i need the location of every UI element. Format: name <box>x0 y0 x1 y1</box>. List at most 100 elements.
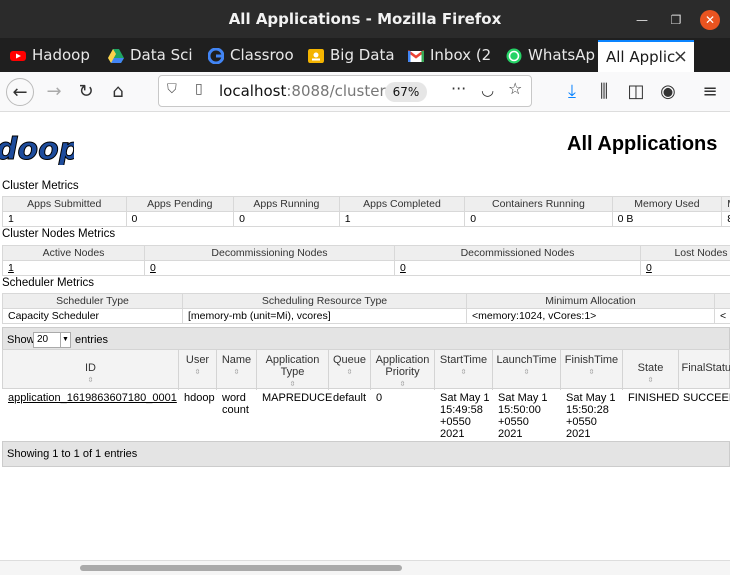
reload-button[interactable]: ↻ <box>72 78 100 106</box>
cell-launchtime: Sat May 1 15:50:00 +0550 2021 <box>498 392 548 440</box>
pocket-icon[interactable]: ◡ <box>481 81 494 99</box>
url-bar[interactable]: ⛉ ▯ localhost:8088/cluster 67% ··· ◡ ☆ <box>158 75 532 107</box>
metric-value: 1 <box>2 211 127 227</box>
metric-header: Containers Running <box>464 196 613 212</box>
tab-label: Inbox (2 <box>430 46 492 64</box>
tab-whatsapp[interactable]: WhatsAp <box>496 40 596 72</box>
shield-icon[interactable]: ⛉ <box>167 82 177 97</box>
sort-icon: ⇳ <box>194 369 201 376</box>
metric-value: < <box>714 308 730 324</box>
column-header-name[interactable]: Name ⇳ <box>217 350 257 390</box>
library-icon[interactable]: ⫼ <box>590 78 618 106</box>
table-row: application_1619863607180_0001 hdoop wor… <box>2 389 730 443</box>
menu-icon[interactable]: ≡ <box>696 78 724 106</box>
metric-value: 1 <box>338 211 466 227</box>
tab-hadoop[interactable]: Hadoop <box>0 40 96 72</box>
back-button[interactable]: ← <box>6 78 34 106</box>
metric-value: [memory-mb (unit=Mi), vcores] <box>182 308 467 324</box>
column-header-queue[interactable]: Queue ⇳ <box>329 350 371 390</box>
metric-value: 0 <box>464 211 613 227</box>
cell-finishtime: Sat May 1 15:50:28 +0550 2021 <box>566 392 616 440</box>
metric-header: Decommissioning Nodes <box>144 245 395 261</box>
maximize-button[interactable]: ❐ <box>666 10 686 30</box>
cell-starttime: Sat May 1 15:49:58 +0550 2021 <box>440 392 490 440</box>
sort-icon: ⇳ <box>87 377 94 384</box>
application-id-link[interactable]: application_1619863607180_0001 <box>8 392 177 404</box>
downloads-icon[interactable]: ⤓ <box>558 78 586 106</box>
page-icon: ▯ <box>195 81 203 97</box>
nodes-metrics-title: Cluster Nodes Metrics <box>2 228 116 240</box>
home-button[interactable]: ⌂ <box>104 78 132 106</box>
metric-value: 0 <box>125 211 235 227</box>
metric-header: Scheduling Resource Type <box>182 293 467 309</box>
tab-big-data[interactable]: Big Data <box>298 40 396 72</box>
column-header-starttime[interactable]: StartTime ⇳ <box>435 350 493 390</box>
column-header-type[interactable]: Application Type ⇳ <box>257 350 329 390</box>
google-drive-icon <box>108 49 124 63</box>
lost-nodes-link[interactable]: 0 <box>646 262 652 274</box>
sort-icon: ⇳ <box>523 369 530 376</box>
column-header-user[interactable]: User ⇳ <box>179 350 217 390</box>
decommissioning-nodes-link[interactable]: 0 <box>150 262 156 274</box>
sort-icon: ⇳ <box>346 369 353 376</box>
metric-header: Minimum Allocation <box>466 293 715 309</box>
close-tab-icon[interactable]: × <box>673 42 688 72</box>
page-size-select[interactable]: 20 ▼ <box>33 332 71 348</box>
cell-finalstatus: SUCCEEDED <box>683 392 730 404</box>
metric-value: 8 <box>721 211 730 227</box>
sidebar-icon[interactable]: ◫ <box>622 78 650 106</box>
window-titlebar: All Applications - Mozilla Firefox — ❐ ✕ <box>0 0 730 38</box>
metric-header: M <box>721 196 730 212</box>
url-text[interactable]: localhost:8088/cluster <box>219 82 386 100</box>
metric-header: Apps Running <box>233 196 340 212</box>
cell-priority: 0 <box>376 392 383 404</box>
minimize-button[interactable]: — <box>632 10 652 30</box>
column-header-priority[interactable]: Application Priority ⇳ <box>371 350 435 390</box>
column-header-id[interactable]: ID ⇳ <box>3 350 179 390</box>
metric-header: Apps Completed <box>338 196 466 212</box>
cell-state: FINISHED <box>628 392 680 404</box>
tab-data-science[interactable]: Data Sci <box>98 40 196 72</box>
column-header-launchtime[interactable]: LaunchTime ⇳ <box>493 350 561 390</box>
metric-header: Lost Nodes <box>640 245 730 261</box>
metric-header: Memory Used <box>611 196 723 212</box>
chevron-down-icon: ▼ <box>60 333 70 347</box>
decommissioned-nodes-link[interactable]: 0 <box>400 262 406 274</box>
show-label: Show <box>7 334 35 346</box>
cell-type: MAPREDUCE <box>262 392 333 404</box>
bookmark-star-icon[interactable]: ☆ <box>508 79 522 98</box>
sort-icon: ⇳ <box>460 369 467 376</box>
column-header-state[interactable]: State ⇳ <box>623 350 679 390</box>
cell-name: word count <box>222 392 249 416</box>
page-actions-icon[interactable]: ··· <box>451 79 466 98</box>
nodes-metrics-table: Active Nodes Decommissioning Nodes Decom… <box>2 245 730 276</box>
header-label: FinalStatus <box>681 362 730 374</box>
column-header-finishtime[interactable]: FinishTime ⇳ <box>561 350 623 390</box>
horizontal-scrollbar[interactable] <box>0 560 730 575</box>
page-size-value: 20 <box>37 334 49 345</box>
metric-value: 0 B <box>611 211 723 227</box>
active-nodes-link[interactable]: 1 <box>8 262 14 274</box>
url-path: :8088/cluster <box>286 82 386 100</box>
sort-icon: ⇳ <box>233 369 240 376</box>
account-icon[interactable]: ◉ <box>654 78 682 106</box>
tab-classroom[interactable]: Classroo <box>198 40 296 72</box>
youtube-icon <box>10 51 26 61</box>
metric-header: Scheduler Type <box>2 293 183 309</box>
close-window-button[interactable]: ✕ <box>700 10 720 30</box>
zoom-level-badge[interactable]: 67% <box>385 82 427 102</box>
tab-all-applications[interactable]: All Applic × <box>598 40 694 72</box>
google-icon <box>208 48 224 64</box>
column-header-finalstatus[interactable]: FinalStatus <box>679 350 730 390</box>
scheduler-metrics-title: Scheduler Metrics <box>2 277 95 289</box>
forward-button[interactable]: → <box>40 78 68 106</box>
metric-header <box>714 293 730 309</box>
logo-text: doop <box>0 132 74 165</box>
scrollbar-thumb[interactable] <box>80 565 402 571</box>
metric-header: Apps Submitted <box>2 196 127 212</box>
header-label: ID <box>85 362 96 374</box>
cell-user: hdoop <box>184 392 215 404</box>
hadoop-logo: doop <box>0 131 81 168</box>
tab-inbox[interactable]: Inbox (2 <box>398 40 494 72</box>
header-label: Application Type <box>265 354 320 378</box>
